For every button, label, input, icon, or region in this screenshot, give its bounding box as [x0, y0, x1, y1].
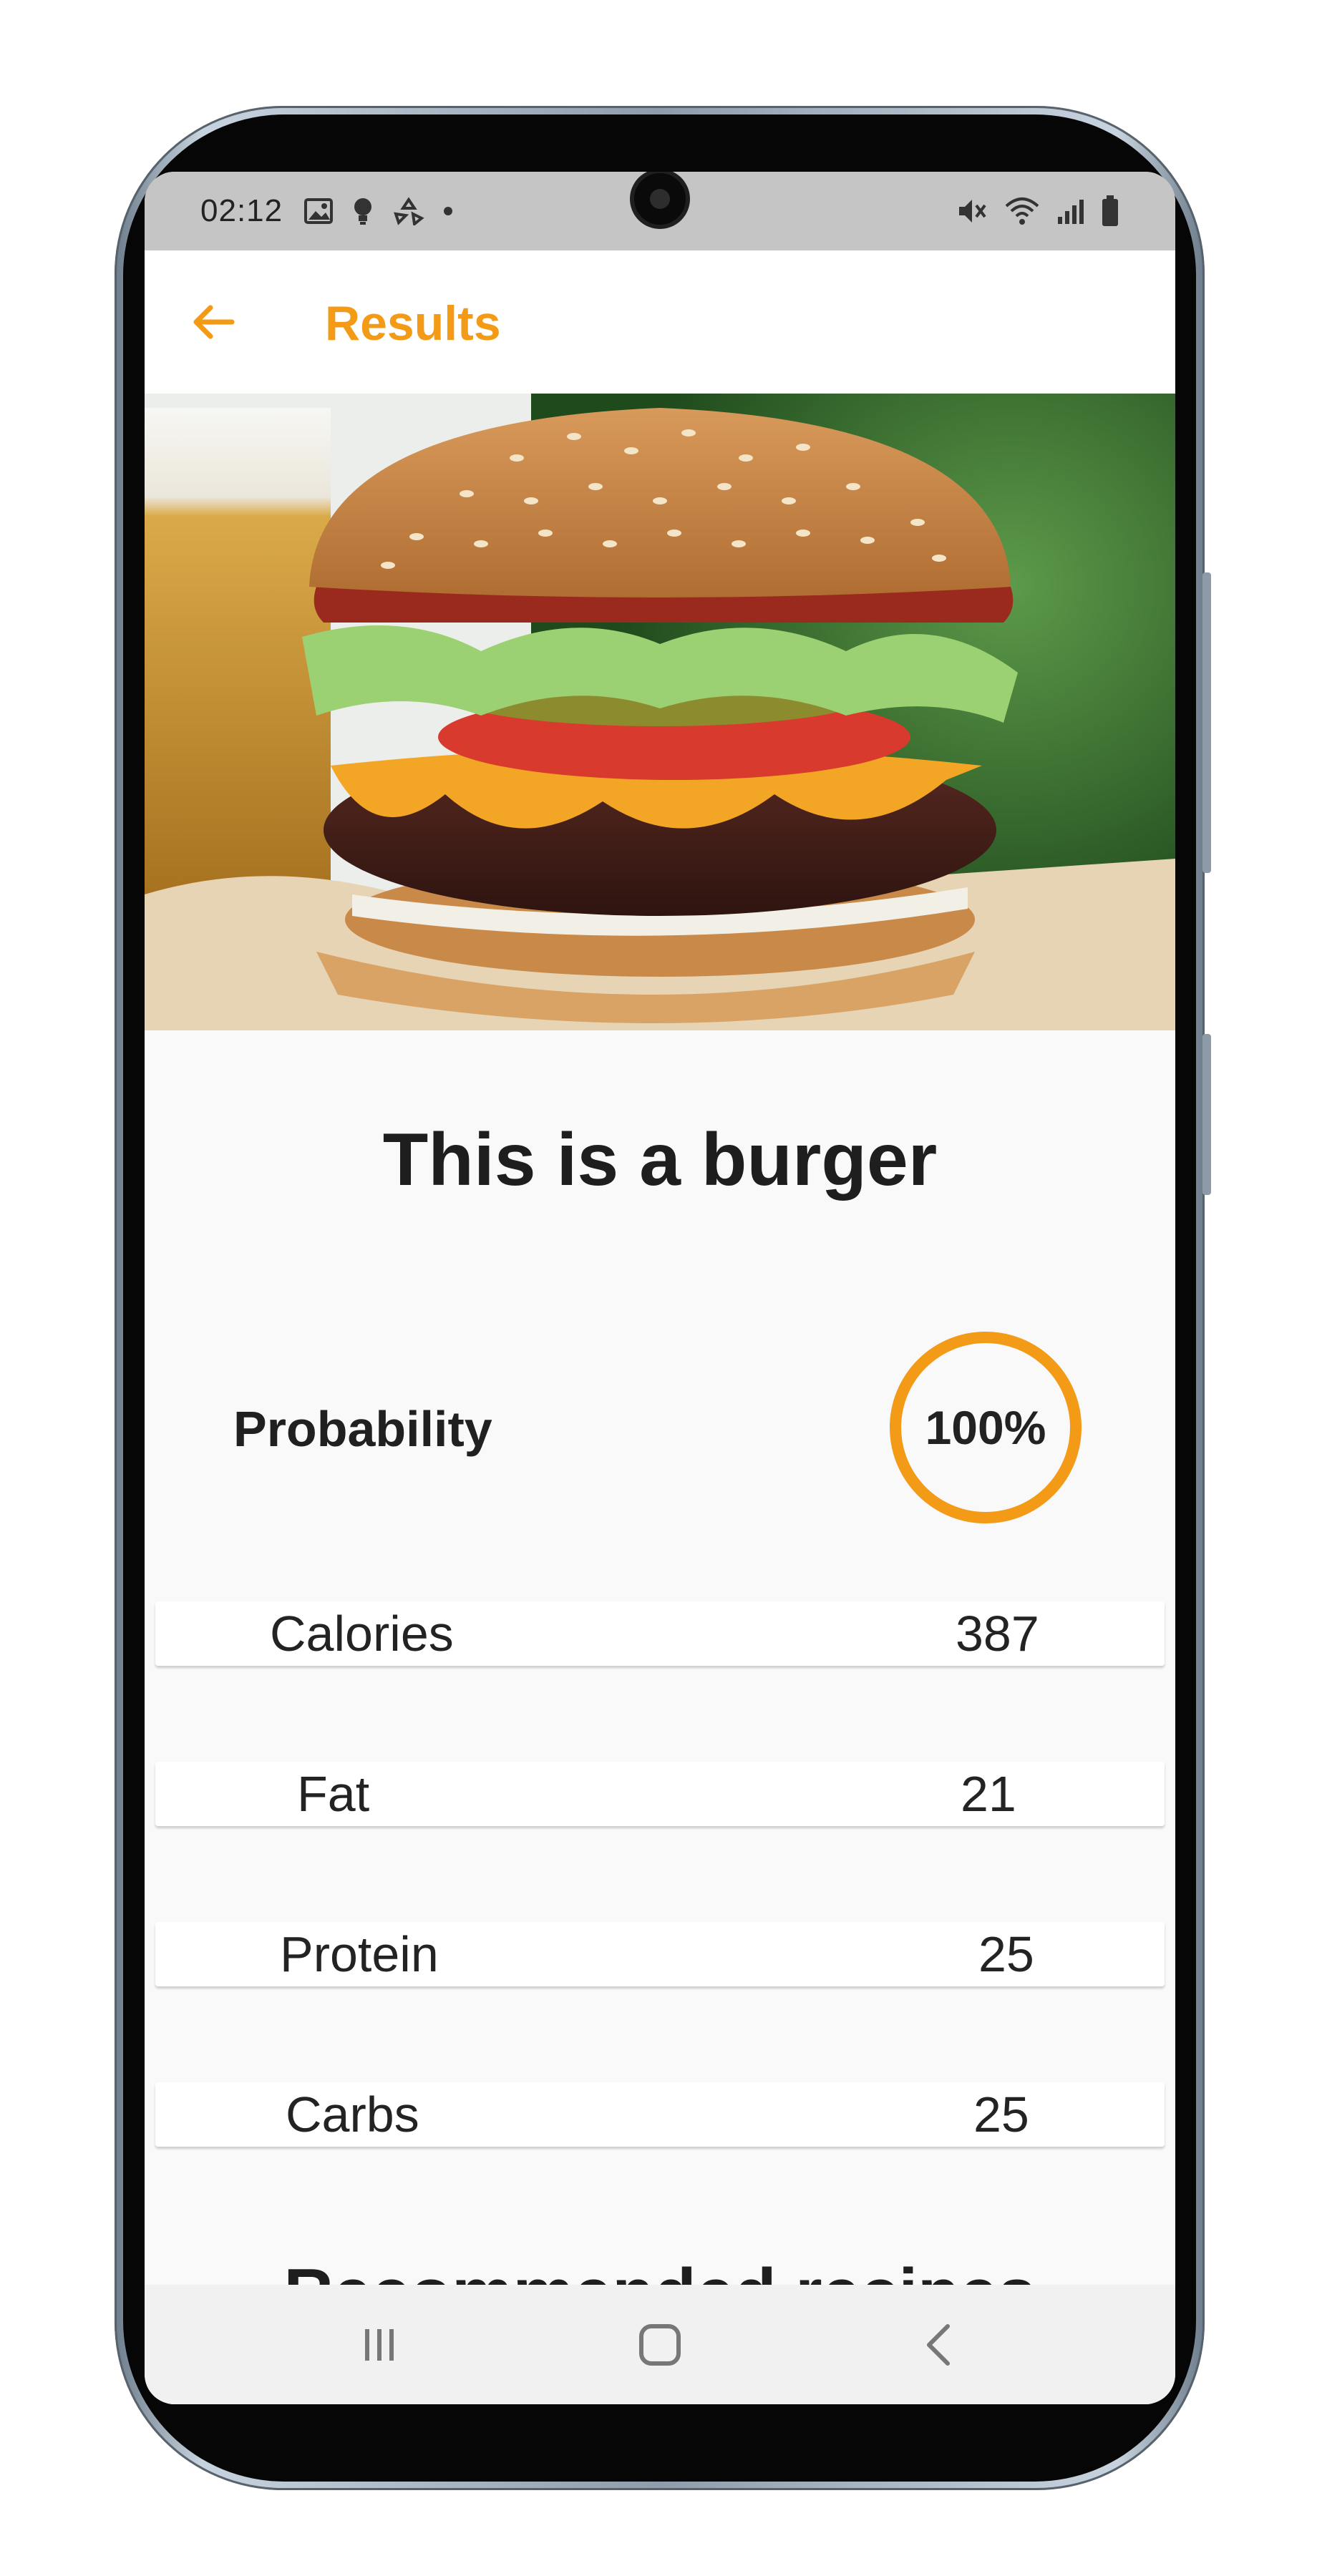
nutrition-value: 387 [956, 1606, 1039, 1662]
wifi-icon [1005, 197, 1039, 225]
app-bar: Results [145, 250, 1175, 394]
nutrition-row-fat: Fat 21 [155, 1762, 1165, 1826]
nutrition-value: 25 [973, 2087, 1029, 2142]
arrow-left-icon[interactable] [189, 298, 238, 346]
navigation-bar [145, 2285, 1175, 2404]
nutrition-value: 21 [961, 1766, 1016, 1822]
nutrition-label: Carbs [286, 2087, 419, 2142]
nutrition-row-carbs: Carbs 25 [155, 2082, 1165, 2147]
burger-illustration [145, 394, 1175, 1030]
mute-icon [959, 200, 986, 223]
page-title: Results [325, 296, 501, 351]
status-bar: 02:12 [145, 172, 1175, 250]
front-camera [630, 172, 690, 229]
burger-photo [145, 394, 1175, 1030]
screen: 02:12 Results This is a burger Probabili… [145, 172, 1175, 2404]
status-left-icons [304, 197, 453, 225]
recents-icon[interactable] [351, 2316, 408, 2373]
lightbulb-icon [354, 198, 372, 225]
nutrition-value: 25 [978, 1926, 1034, 1982]
nutrition-label: Protein [280, 1926, 439, 1982]
home-icon[interactable] [631, 2316, 689, 2373]
nutrition-row-protein: Protein 25 [155, 1922, 1165, 1986]
battery-icon [1102, 195, 1118, 226]
nutrition-label: Calories [270, 1606, 454, 1662]
probability-value: 100% [925, 1401, 1046, 1454]
probability-label: Probability [233, 1401, 492, 1457]
nutrition-label: Fat [297, 1766, 370, 1822]
status-right-icons [956, 195, 1119, 227]
recycle-icon [394, 197, 424, 225]
back-icon[interactable] [910, 2316, 968, 2373]
status-time: 02:12 [200, 193, 283, 228]
nutrition-row-calories: Calories 387 [155, 1601, 1165, 1666]
volume-button [1202, 572, 1211, 873]
power-button [1202, 1034, 1211, 1195]
signal-icon [1058, 200, 1084, 224]
result-headline: This is a burger [382, 1118, 938, 1201]
dot-icon [444, 207, 453, 215]
image-icon [304, 198, 334, 224]
